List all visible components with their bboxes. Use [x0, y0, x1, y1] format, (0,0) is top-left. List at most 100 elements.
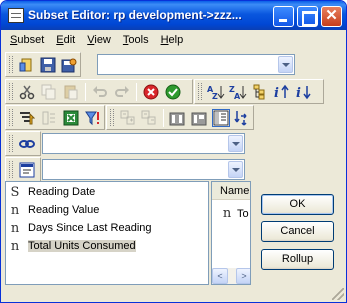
menu-accelerator: H [160, 34, 169, 46]
list-item-label: Days Since Last Reading [28, 222, 152, 234]
list-item[interactable]: n Total Units Consumed [8, 237, 136, 255]
list-item[interactable]: S Reading Date [8, 183, 96, 201]
toolbar-separator [85, 82, 86, 101]
column-header-name[interactable]: Name [212, 182, 250, 200]
numeric-type-icon: n [10, 238, 20, 254]
toolbar-alias [5, 131, 41, 156]
sort-descending-icon[interactable]: ZA [229, 83, 247, 101]
close-icon: ✕ [325, 7, 338, 24]
sort-ascending-icon[interactable]: AZ [207, 83, 225, 101]
filter-by-expression-icon[interactable] [40, 109, 58, 127]
alias-icon[interactable] [18, 135, 36, 153]
toolbar-grip[interactable] [198, 83, 202, 100]
menu-view[interactable]: View [81, 31, 117, 50]
menu-accelerator: E [56, 34, 64, 46]
list-item[interactable]: n Reading Value [8, 201, 100, 219]
maximize-button[interactable] [297, 6, 318, 27]
menu-bar: Subset Edit View Tools Help [4, 31, 344, 50]
menu-help[interactable]: Help [155, 31, 190, 50]
rollup-button[interactable]: Rollup [261, 249, 334, 270]
scroll-right-button[interactable]: > [236, 268, 250, 284]
menu-edit[interactable]: Edit [50, 31, 81, 50]
svg-text:Z: Z [212, 92, 218, 100]
filter-by-excel-icon[interactable] [62, 109, 80, 127]
expand-icon[interactable] [119, 109, 136, 127]
toolbar-grip[interactable] [9, 161, 13, 178]
window-title: Subset Editor: rp development->zzz... [28, 8, 242, 22]
list-item-label: Reading Value [28, 204, 100, 216]
toolbar-grip[interactable] [9, 56, 13, 73]
string-type-icon: S [10, 184, 20, 200]
properties-icon[interactable] [211, 108, 230, 127]
app-icon [8, 8, 24, 23]
list-item-label: Reading Date [28, 186, 96, 198]
toolbar-edit [5, 79, 193, 104]
numeric-type-icon: n [10, 202, 20, 218]
save-as-icon[interactable] [61, 56, 78, 74]
menu-accelerator: T [122, 34, 129, 46]
attribute-row[interactable]: n To [220, 206, 249, 221]
expression-icon[interactable] [18, 161, 36, 179]
alias-combo[interactable] [42, 133, 245, 154]
svg-text:i: i [296, 86, 301, 100]
sort-index-down-icon[interactable]: i [295, 83, 313, 101]
hide-attribute-icon[interactable] [190, 109, 207, 127]
close-button[interactable]: ✕ [321, 6, 342, 27]
menu-accelerator: S [10, 34, 18, 46]
list-item-label: Total Units Consumed [28, 240, 136, 252]
filter-icon[interactable] [84, 109, 102, 127]
chevron-down-icon[interactable] [228, 161, 243, 178]
attribute-row-label: To [237, 207, 249, 220]
show-attribute-icon[interactable] [169, 109, 186, 127]
resize-grip[interactable] [332, 288, 344, 300]
chevron-left-icon: < [217, 271, 223, 281]
toolbar-grip[interactable] [110, 109, 114, 126]
toolbar-separator [162, 108, 164, 127]
horizontal-scrollbar[interactable]: < > [212, 268, 250, 284]
toolbar-file [5, 52, 81, 77]
undo-icon[interactable] [91, 83, 109, 101]
menu-subset[interactable]: Subset [4, 31, 50, 50]
svg-text:i: i [274, 86, 279, 100]
chevron-down-icon[interactable] [278, 56, 293, 73]
redo-icon[interactable] [113, 83, 131, 101]
toolbar-separator [136, 82, 137, 101]
toolbar-view [106, 105, 254, 130]
paste-icon[interactable] [62, 83, 80, 101]
toolbar-filter [5, 105, 105, 130]
numeric-type-icon: n [222, 206, 232, 221]
menu-tools[interactable]: Tools [117, 31, 155, 50]
toolbar-sort: AZ ZA i i [194, 79, 324, 104]
cancel-button[interactable]: Cancel [261, 221, 334, 242]
minimize-button[interactable] [273, 6, 294, 27]
menu-accelerator: V [87, 34, 95, 46]
chevron-right-icon: > [241, 271, 247, 281]
hierarchy-sort-icon[interactable] [251, 83, 269, 101]
toolbar-grip[interactable] [9, 83, 13, 100]
collapse-icon[interactable] [140, 109, 157, 127]
chevron-down-icon[interactable] [228, 135, 243, 152]
toolbar-grip[interactable] [9, 109, 13, 126]
copy-icon[interactable] [40, 83, 58, 101]
toolbar-expression [5, 157, 41, 182]
attribute-pane[interactable]: Name n To < > [211, 181, 251, 285]
save-subset-icon[interactable] [39, 56, 56, 74]
svg-text:A: A [234, 92, 241, 100]
element-list[interactable]: S Reading Date n Reading Value n Days Si… [5, 181, 209, 285]
toolbar-grip[interactable] [9, 135, 13, 152]
ok-button[interactable]: OK [261, 194, 334, 215]
cut-icon[interactable] [18, 83, 36, 101]
subset-editor-window: Subset Editor: rp development->zzz... ✕ … [0, 0, 347, 303]
sort-index-up-icon[interactable]: i [273, 83, 291, 101]
subset-combo[interactable] [97, 54, 295, 75]
filter-by-level-icon[interactable] [18, 109, 36, 127]
scroll-left-button[interactable]: < [212, 268, 228, 284]
list-item[interactable]: n Days Since Last Reading [8, 219, 152, 237]
keep-icon[interactable] [164, 83, 182, 101]
expression-combo[interactable] [42, 159, 245, 180]
open-subset-icon[interactable] [18, 56, 35, 74]
numeric-type-icon: n [10, 220, 20, 236]
delete-icon[interactable] [142, 83, 160, 101]
title-bar[interactable]: Subset Editor: rp development->zzz... ✕ [1, 1, 346, 30]
drill-icon[interactable] [234, 109, 251, 127]
